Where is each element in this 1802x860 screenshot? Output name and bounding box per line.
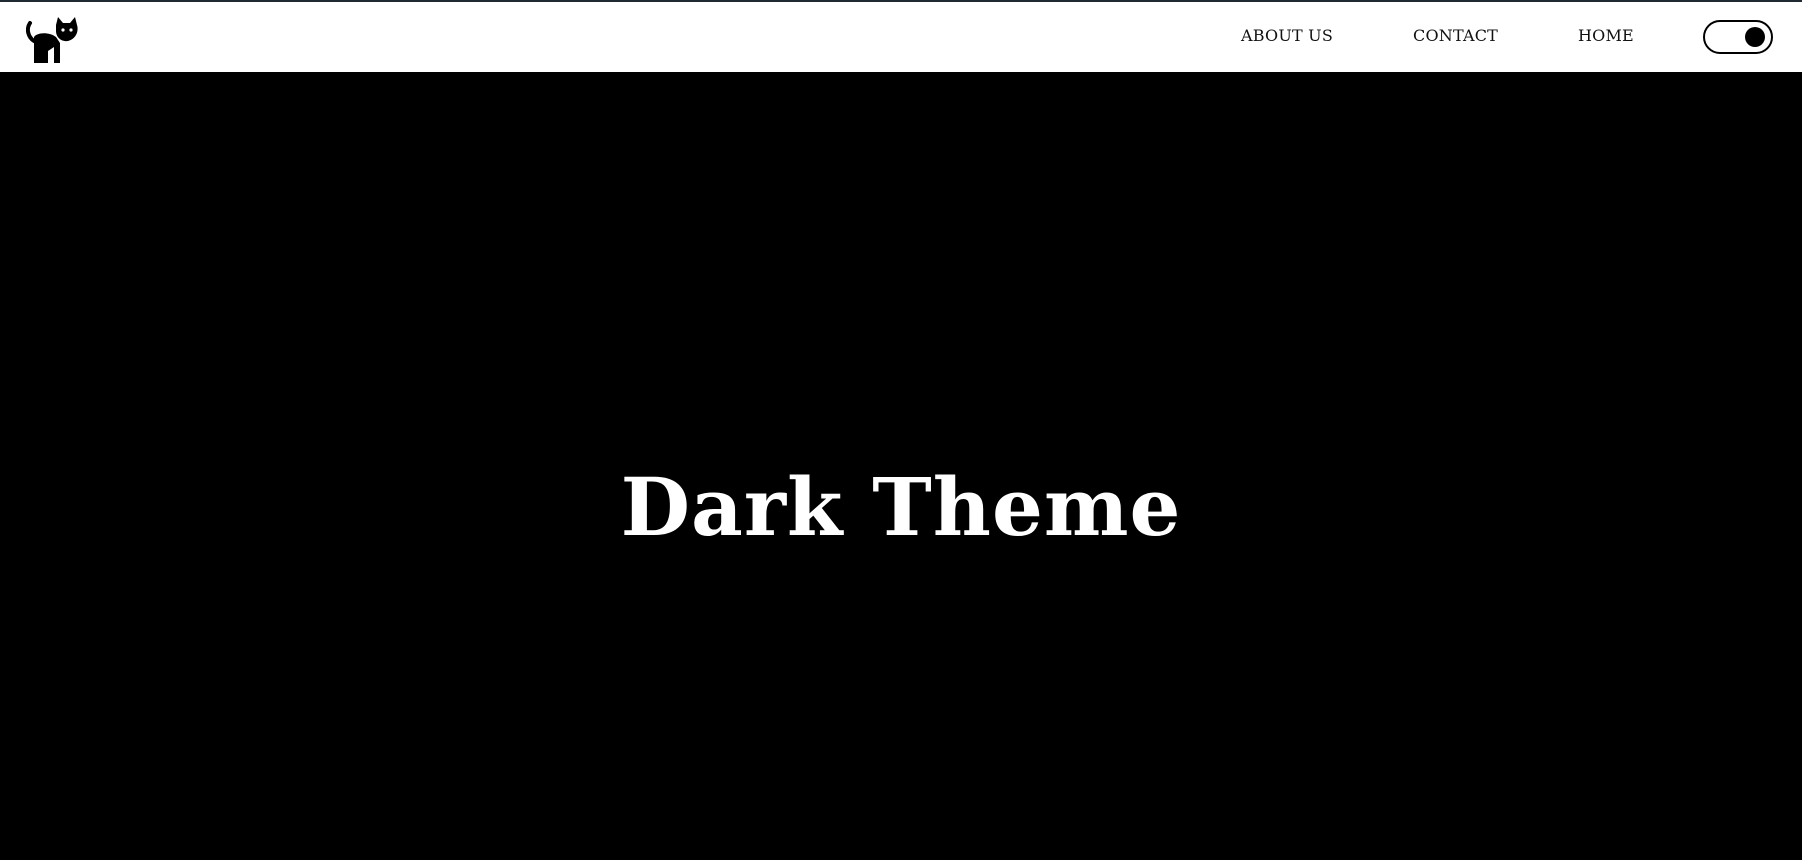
cat-icon	[25, 17, 78, 63]
hero-title: Dark Theme	[620, 460, 1182, 554]
hero-section: Dark Theme	[0, 72, 1802, 860]
nav-contact[interactable]: CONTACT	[1413, 26, 1498, 45]
nav-about-us[interactable]: ABOUT US	[1241, 26, 1333, 45]
navbar: ABOUT US CONTACT HOME	[0, 2, 1802, 72]
logo-link[interactable]	[25, 15, 80, 65]
toggle-knob	[1745, 27, 1765, 47]
nav-home[interactable]: HOME	[1578, 26, 1634, 45]
page: ABOUT US CONTACT HOME Dark Theme	[0, 0, 1802, 860]
theme-toggle[interactable]	[1703, 20, 1773, 54]
